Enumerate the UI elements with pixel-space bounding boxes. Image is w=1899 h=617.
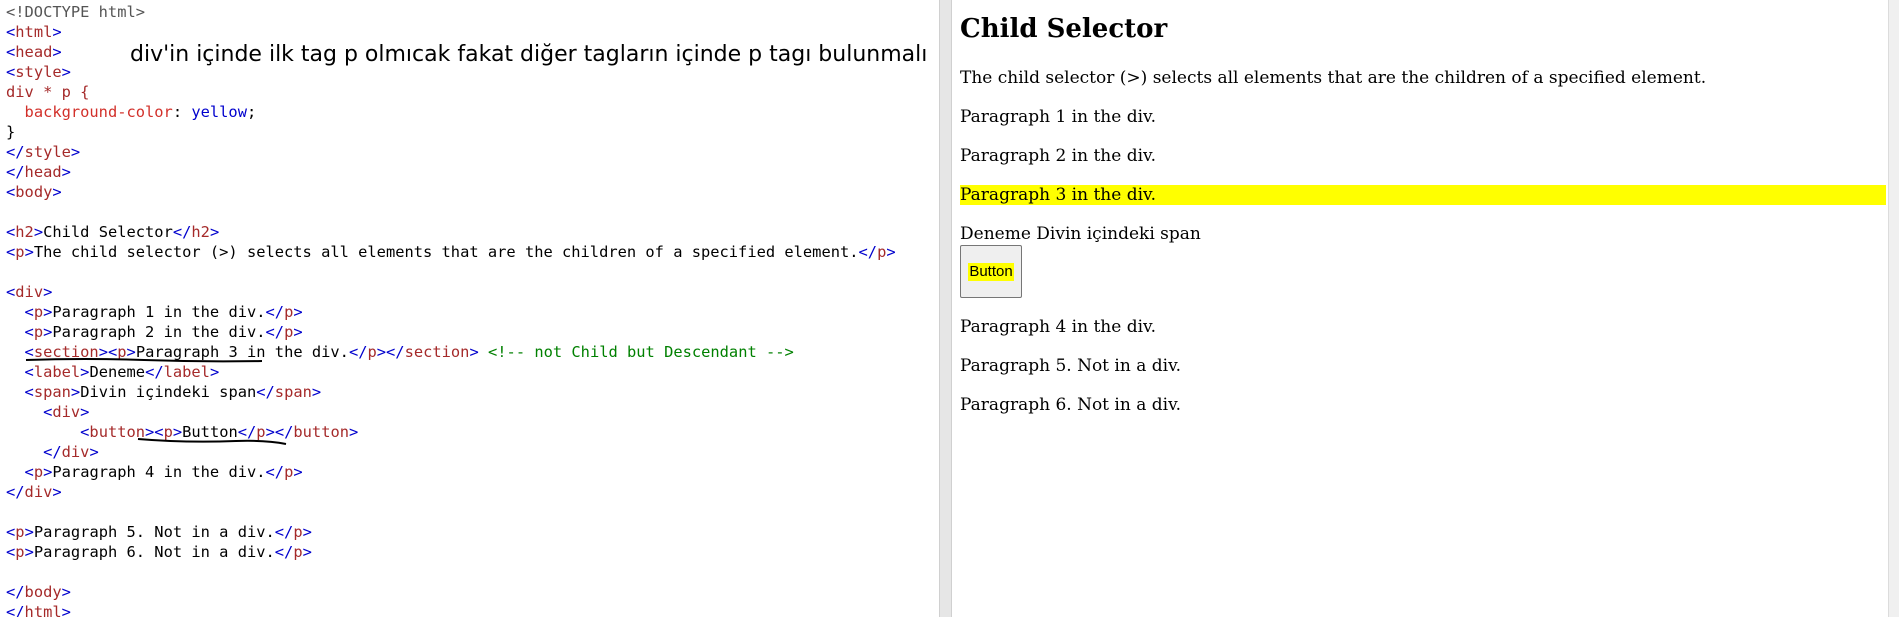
code-line: div * p { bbox=[6, 82, 896, 102]
code-line: </html> bbox=[6, 603, 71, 617]
result-paragraph-3: Paragraph 3 in the div. bbox=[960, 185, 1886, 205]
code-line: <p>Paragraph 2 in the div.</p> bbox=[24, 323, 303, 341]
code-line: <h2>Child Selector</h2> bbox=[6, 223, 220, 241]
code-p2-text: Paragraph 2 in the div. bbox=[52, 323, 266, 341]
result-span-line: Deneme Divin içindeki span bbox=[960, 224, 1201, 244]
code-editor[interactable]: <!DOCTYPE html> <html> <head> <style> div * … bbox=[0, 0, 939, 617]
code-line: <p>The child selector (>) selects all el… bbox=[6, 243, 896, 261]
css-value: yellow bbox=[191, 103, 247, 121]
code-line: </div> bbox=[43, 443, 99, 461]
code-line: <span>Divin içindeki span</span> bbox=[24, 383, 322, 401]
code-line: </div> bbox=[6, 483, 62, 501]
result-intro: The child selector (>) selects all eleme… bbox=[960, 68, 1707, 88]
code-line: <p>Paragraph 1 in the div.</p> bbox=[24, 303, 303, 321]
result-paragraph-6: Paragraph 6. Not in a div. bbox=[960, 395, 1182, 415]
code-line: <button><p>Button</p></button> bbox=[80, 423, 359, 441]
code-line: <div> bbox=[43, 403, 90, 421]
doctype: <!DOCTYPE html> bbox=[6, 3, 145, 21]
scrollbar[interactable] bbox=[1888, 0, 1899, 617]
pane-divider[interactable] bbox=[939, 0, 952, 617]
code-line: </body> bbox=[6, 583, 71, 601]
code-line: <p>Paragraph 4 in the div.</p> bbox=[24, 463, 303, 481]
code-line: <!DOCTYPE html> bbox=[6, 2, 896, 22]
result-paragraph-5: Paragraph 5. Not in a div. bbox=[960, 356, 1182, 376]
code-p3-text: Paragraph 3 in the div. bbox=[135, 343, 349, 361]
code-h2-text: Child Selector bbox=[43, 223, 173, 241]
code-p4-text: Paragraph 4 in the div. bbox=[52, 463, 266, 481]
code-p6-text: Paragraph 6. Not in a div. bbox=[33, 543, 275, 561]
css-selector: div * p { bbox=[6, 83, 90, 101]
code-button-text: Button bbox=[182, 423, 238, 441]
code-label-text: Deneme bbox=[89, 363, 146, 381]
code-span-text: Divin içindeki span bbox=[80, 383, 257, 401]
result-paragraph-1: Paragraph 1 in the div. bbox=[960, 107, 1157, 127]
handwritten-note: div'in içinde ilk tag p olmıcak fakat di… bbox=[130, 42, 928, 67]
code-line: <body> bbox=[6, 183, 62, 201]
code-line: <html> bbox=[6, 23, 62, 41]
demo-button-label: Button bbox=[968, 262, 1014, 281]
code-intro-text: The child selector (>) selects all eleme… bbox=[33, 243, 859, 261]
result-pane: Child Selector The child selector (>) se… bbox=[952, 0, 1888, 617]
code-line: <div> bbox=[6, 283, 53, 301]
code-p1-text: Paragraph 1 in the div. bbox=[52, 303, 266, 321]
code-line: </head> bbox=[6, 163, 71, 181]
result-paragraph-4: Paragraph 4 in the div. bbox=[960, 317, 1157, 337]
code-line: } bbox=[6, 123, 16, 141]
code-p5-text: Paragraph 5. Not in a div. bbox=[33, 523, 275, 541]
code-line: <p>Paragraph 5. Not in a div.</p> bbox=[6, 523, 312, 541]
code-comment: <!-- not Child but Descendant --> bbox=[488, 343, 794, 361]
css-property: background-color bbox=[24, 103, 173, 121]
code-text[interactable]: <!DOCTYPE html> <html> <head> <style> div * … bbox=[6, 2, 896, 617]
result-paragraph-2: Paragraph 2 in the div. bbox=[960, 146, 1157, 166]
code-line: <section><p>Paragraph 3 in the div.</p><… bbox=[24, 343, 794, 361]
code-line: <p>Paragraph 6. Not in a div.</p> bbox=[6, 543, 312, 561]
code-line: </style> bbox=[6, 143, 81, 161]
result-title: Child Selector bbox=[960, 14, 1168, 44]
code-line: <label>Deneme</label> bbox=[24, 363, 220, 381]
code-line: background-color: yellow; bbox=[24, 103, 257, 121]
demo-button[interactable]: Button bbox=[960, 245, 1022, 298]
